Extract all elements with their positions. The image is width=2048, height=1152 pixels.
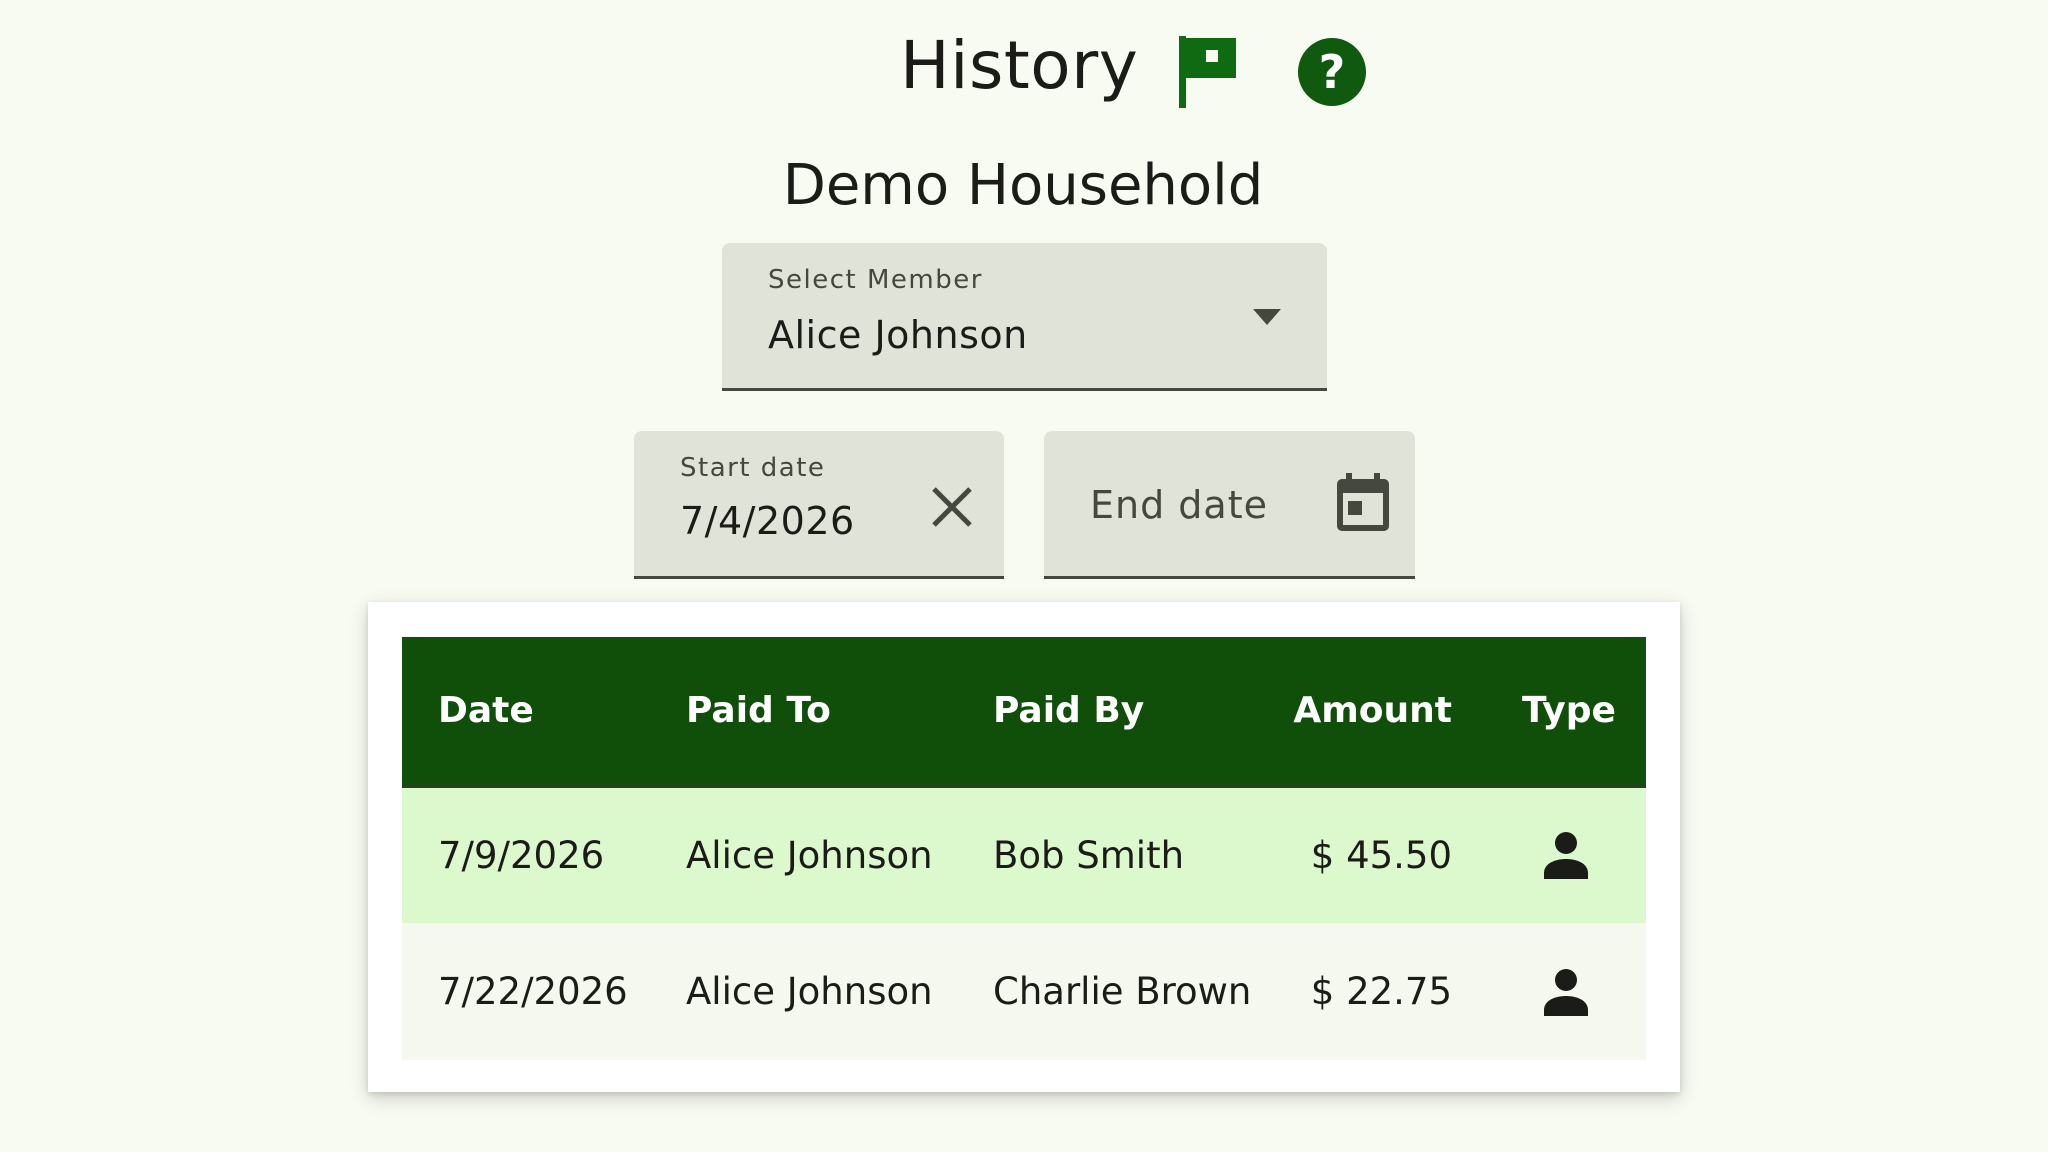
history-table: Date Paid To Paid By Amount Type 7/9/202… xyxy=(402,637,1646,1060)
page-header: History ? xyxy=(0,22,2048,118)
person-icon xyxy=(1540,829,1592,881)
dropdown-arrow-icon[interactable] xyxy=(1253,309,1281,325)
member-select-label: Select Member xyxy=(768,265,983,295)
person-icon xyxy=(1540,966,1592,1018)
cell-paid-to: Alice Johnson xyxy=(650,786,957,923)
cell-amount: $ 22.75 xyxy=(1277,923,1486,1060)
cell-type xyxy=(1486,786,1646,923)
column-header-paid-by[interactable]: Paid By xyxy=(957,637,1277,788)
column-header-amount[interactable]: Amount xyxy=(1277,637,1486,788)
household-name-text: Demo Household xyxy=(782,153,1264,218)
end-date-placeholder: End date xyxy=(1090,483,1268,527)
table-header-row: Date Paid To Paid By Amount Type xyxy=(402,637,1646,788)
end-date-field[interactable]: End date xyxy=(1044,431,1415,579)
cell-date: 7/22/2026 xyxy=(402,923,650,1060)
household-name: Demo Household xyxy=(0,148,2048,224)
member-select[interactable]: Select Member Alice Johnson xyxy=(722,243,1327,391)
column-header-type[interactable]: Type xyxy=(1486,637,1646,788)
cell-date: 7/9/2026 xyxy=(402,786,650,923)
cell-paid-to: Alice Johnson xyxy=(650,923,957,1060)
flag-icon[interactable] xyxy=(1174,30,1248,112)
cell-paid-by: Bob Smith xyxy=(957,786,1277,923)
page-title: History xyxy=(900,27,1139,104)
cell-paid-by: Charlie Brown xyxy=(957,923,1277,1060)
cell-amount: $ 45.50 xyxy=(1277,786,1486,923)
start-date-field[interactable]: Start date 7/4/2026 xyxy=(634,431,1004,579)
close-icon[interactable] xyxy=(928,483,976,531)
cell-type xyxy=(1486,923,1646,1060)
svg-text:?: ? xyxy=(1319,45,1346,99)
history-table-card: Date Paid To Paid By Amount Type 7/9/202… xyxy=(368,602,1680,1092)
calendar-icon[interactable] xyxy=(1334,471,1392,535)
column-header-date[interactable]: Date xyxy=(402,637,650,788)
help-icon[interactable]: ? xyxy=(1296,36,1368,108)
table-row[interactable]: 7/22/2026 Alice Johnson Charlie Brown $ … xyxy=(402,923,1646,1060)
start-date-label: Start date xyxy=(680,453,826,483)
table-row[interactable]: 7/9/2026 Alice Johnson Bob Smith $ 45.50 xyxy=(402,786,1646,923)
start-date-value: 7/4/2026 xyxy=(680,499,855,543)
column-header-paid-to[interactable]: Paid To xyxy=(650,637,957,788)
member-select-value: Alice Johnson xyxy=(768,313,1028,357)
